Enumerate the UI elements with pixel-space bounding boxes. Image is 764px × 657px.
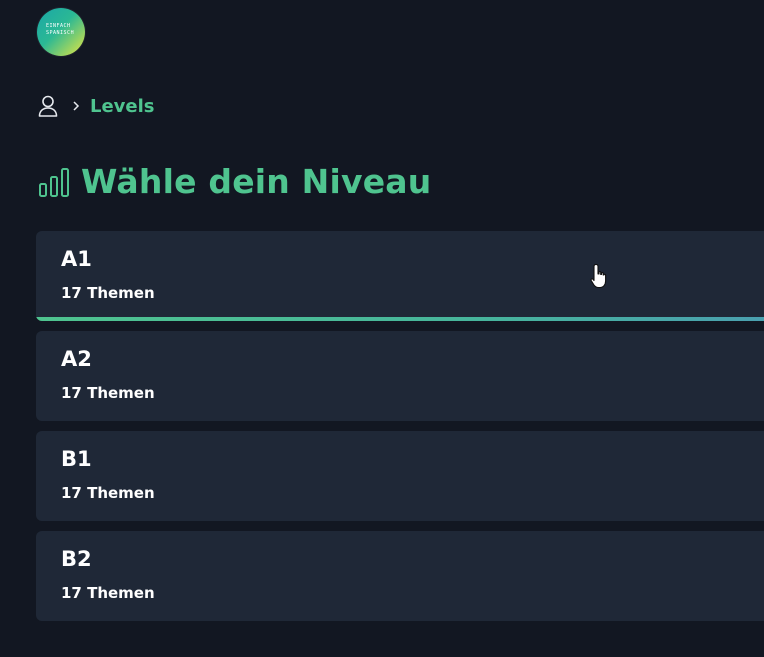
app-logo[interactable]: EINFACH SPANISCH [37, 8, 85, 56]
page-title: Wähle dein Niveau [81, 162, 432, 201]
level-card-a2[interactable]: A2 17 Themen [36, 331, 764, 421]
level-code: B2 [61, 547, 92, 571]
level-card-a1[interactable]: A1 17 Themen [36, 231, 764, 321]
breadcrumb: Levels [38, 94, 155, 118]
level-topic-count: 17 Themen [61, 584, 155, 602]
level-topic-count: 17 Themen [61, 284, 155, 302]
hand-pointer-cursor-icon [590, 263, 607, 289]
level-card-b1[interactable]: B1 17 Themen [36, 431, 764, 521]
level-card-b2[interactable]: B2 17 Themen [36, 531, 764, 621]
level-list: A1 17 Themen A2 17 Themen B1 17 Themen B… [36, 231, 764, 631]
level-code: A2 [61, 347, 92, 371]
level-topic-count: 17 Themen [61, 484, 155, 502]
chevron-right-icon [73, 101, 80, 111]
level-code: B1 [61, 447, 92, 471]
level-code: A1 [61, 247, 92, 271]
level-topic-count: 17 Themen [61, 384, 155, 402]
breadcrumb-current[interactable]: Levels [90, 96, 155, 117]
logo-text: EINFACH SPANISCH [46, 23, 75, 36]
levels-page: EINFACH SPANISCH Levels Wähle dein Nivea… [0, 0, 764, 657]
page-header: Wähle dein Niveau [38, 162, 431, 201]
bar-chart-icon [39, 167, 69, 197]
user-icon[interactable] [38, 95, 58, 117]
